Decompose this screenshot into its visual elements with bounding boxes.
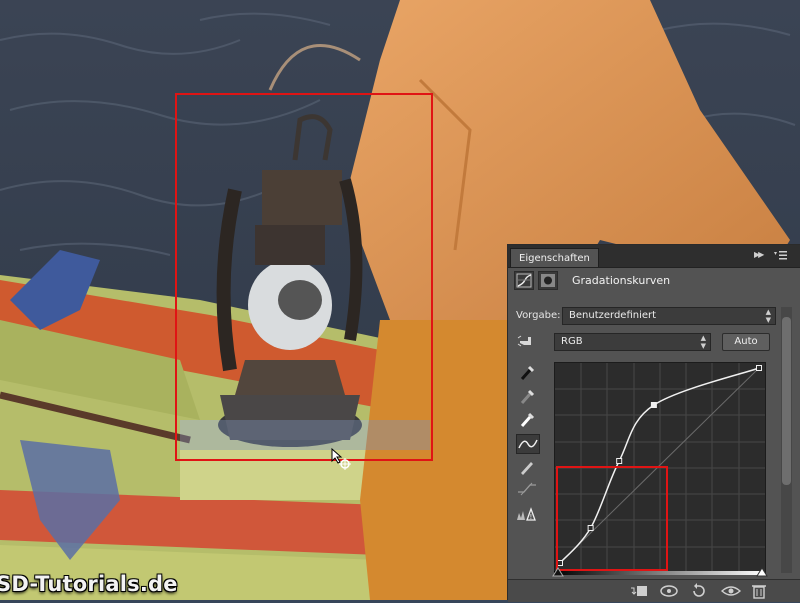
- preset-value: Benutzerdefiniert: [569, 310, 657, 321]
- tab-properties[interactable]: Eigenschaften: [510, 248, 599, 267]
- reset-icon[interactable]: [688, 582, 710, 600]
- svg-text:!: !: [530, 513, 533, 521]
- adjustment-title: Gradationskurven: [572, 274, 671, 287]
- updown-arrows-icon: ▲ ▼: [700, 334, 706, 350]
- pencil-draw-icon[interactable]: [516, 458, 540, 478]
- curves-graph[interactable]: [554, 362, 766, 574]
- curve-plot[interactable]: [555, 363, 765, 573]
- properties-panel: Eigenschaften ▶▶ Gradationskurven Vorgab…: [507, 244, 800, 602]
- black-point-slider-icon[interactable]: [552, 567, 564, 577]
- panel-tab-bar: Eigenschaften ▶▶: [508, 245, 800, 268]
- gray-point-eyedropper-icon[interactable]: [516, 388, 540, 408]
- view-previous-state-icon[interactable]: [658, 582, 680, 600]
- move-cursor-icon: [331, 447, 351, 470]
- selection-rectangle: [175, 93, 433, 461]
- auto-button[interactable]: Auto: [722, 333, 770, 351]
- preset-label: Vorgabe:: [516, 310, 561, 321]
- input-gradient-bar: [554, 571, 764, 575]
- highlight-rectangle: [556, 466, 668, 571]
- targeted-adjust-hand-icon[interactable]: [516, 332, 540, 352]
- double-chevron-right-icon[interactable]: ▶▶: [754, 250, 764, 259]
- curve-control-point[interactable]: [650, 402, 657, 408]
- watermark-text: SD-Tutorials.de: [0, 572, 178, 596]
- curve-control-point[interactable]: [587, 525, 594, 531]
- curve-control-point[interactable]: [756, 365, 762, 371]
- panel-bottom-bar: [508, 579, 800, 602]
- curve-control-point[interactable]: [616, 458, 623, 464]
- visibility-eye-icon[interactable]: [720, 582, 742, 600]
- trash-icon[interactable]: [748, 582, 770, 600]
- scrollbar-thumb[interactable]: [782, 317, 791, 485]
- updown-arrows-icon: ▲ ▼: [765, 308, 771, 324]
- panel-scrollbar[interactable]: [781, 307, 792, 573]
- black-point-eyedropper-icon[interactable]: [516, 364, 540, 384]
- preset-row: Vorgabe: Benutzerdefiniert ▲ ▼: [516, 307, 786, 327]
- curves-adjustment-icon[interactable]: [514, 271, 534, 290]
- layer-mask-icon[interactable]: [538, 271, 558, 290]
- clipping-warning-icon[interactable]: !: [516, 505, 540, 525]
- clip-to-layer-icon[interactable]: [628, 582, 650, 600]
- panel-menu-icon[interactable]: [774, 250, 794, 262]
- channel-dropdown[interactable]: RGB ▲ ▼: [554, 333, 711, 351]
- channel-value: RGB: [561, 336, 583, 347]
- white-point-slider-icon[interactable]: [756, 567, 768, 577]
- adjustment-header: Gradationskurven: [514, 271, 794, 293]
- smooth-curve-icon[interactable]: [516, 480, 540, 500]
- curve-points-icon[interactable]: [516, 434, 540, 454]
- white-point-eyedropper-icon[interactable]: [516, 411, 540, 431]
- curve-control-point[interactable]: [557, 560, 563, 566]
- preset-dropdown[interactable]: Benutzerdefiniert ▲ ▼: [562, 307, 776, 325]
